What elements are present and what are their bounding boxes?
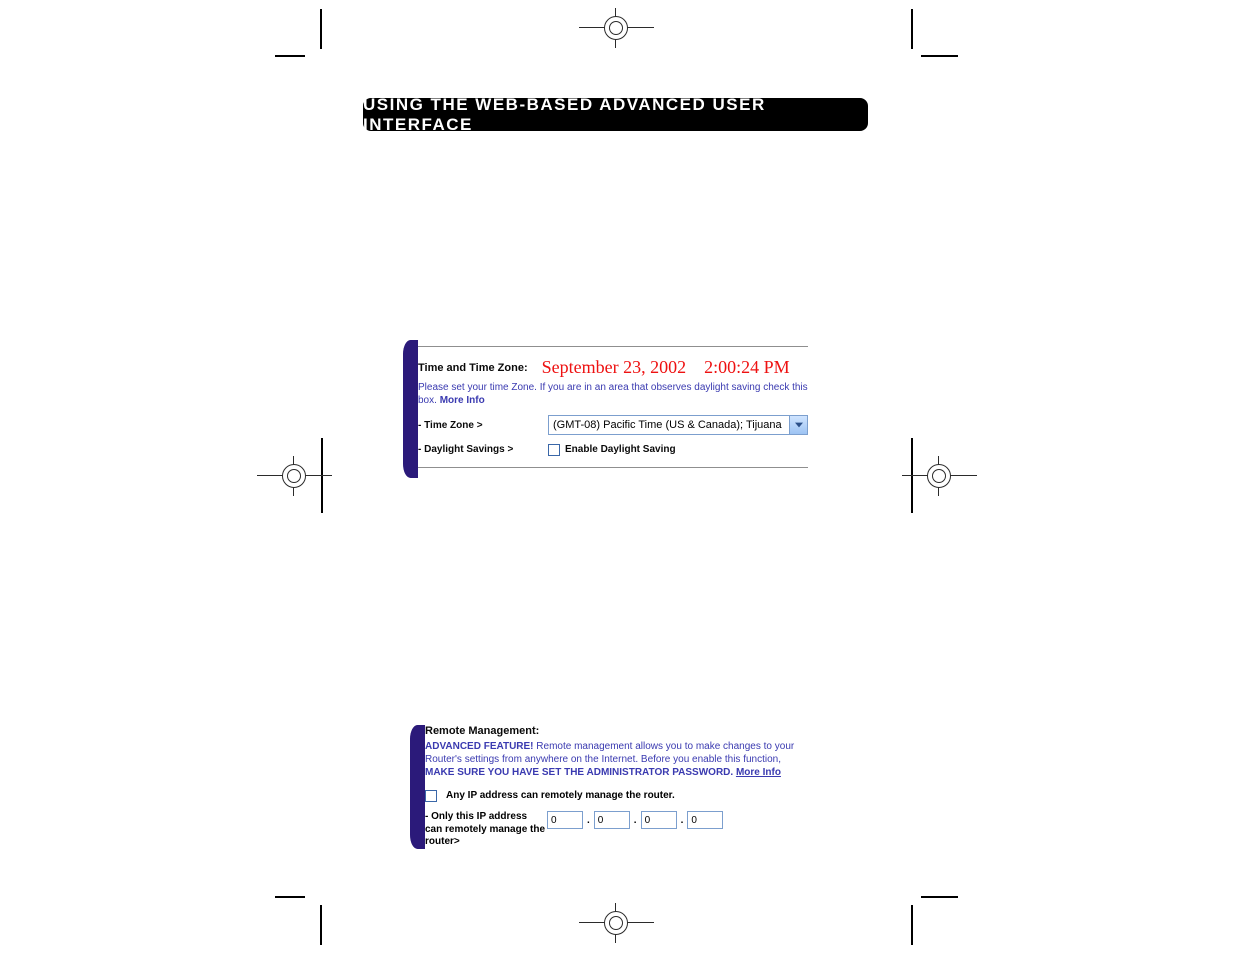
time-zone-select[interactable]: (GMT-08) Pacific Time (US & Canada); Tij… bbox=[548, 415, 808, 435]
time-zone-help: Please set your time Zone. If you are in… bbox=[418, 382, 808, 407]
page-title: USING THE WEB-BASED ADVANCED USER INTERF… bbox=[363, 98, 868, 131]
dot: . bbox=[679, 815, 686, 826]
ip-octet-3[interactable]: 0 bbox=[641, 811, 677, 829]
crop-mark bbox=[911, 9, 913, 49]
current-date: September 23, 2002 bbox=[542, 357, 686, 378]
chevron-down-icon bbox=[789, 416, 807, 434]
dot: . bbox=[632, 815, 639, 826]
only-ip-label: - Only this IP address can remotely mana… bbox=[425, 811, 547, 849]
time-zone-selected-value: (GMT-08) Pacific Time (US & Canada); Tij… bbox=[553, 419, 782, 431]
daylight-savings-checkbox-label: Enable Daylight Saving bbox=[565, 444, 676, 455]
more-info-link[interactable]: More Info bbox=[736, 767, 781, 778]
remote-management-panel: Remote Management: ADVANCED FEATURE! Rem… bbox=[425, 725, 810, 849]
divider bbox=[418, 346, 808, 347]
daylight-savings-label: - Daylight Savings > bbox=[418, 444, 548, 455]
dot: . bbox=[585, 815, 592, 826]
crop-mark bbox=[911, 905, 913, 945]
crop-mark bbox=[320, 9, 322, 49]
admin-password-warning: MAKE SURE YOU HAVE SET THE ADMINISTRATOR… bbox=[425, 767, 733, 778]
any-ip-checkbox[interactable] bbox=[425, 790, 437, 802]
registration-mark bbox=[579, 903, 654, 943]
crop-mark bbox=[921, 896, 958, 898]
remote-management-heading: Remote Management: bbox=[425, 725, 810, 737]
crop-mark bbox=[320, 905, 322, 945]
time-zone-label: - Time Zone > bbox=[418, 420, 548, 431]
time-zone-panel: Time and Time Zone: September 23, 2002 2… bbox=[418, 340, 808, 478]
daylight-savings-checkbox[interactable] bbox=[548, 444, 560, 456]
panel-accent bbox=[410, 725, 425, 849]
crop-mark bbox=[275, 896, 305, 898]
ip-address-fields: 0 . 0 . 0 . 0 bbox=[547, 811, 723, 829]
ip-octet-1[interactable]: 0 bbox=[547, 811, 583, 829]
crop-mark bbox=[275, 55, 305, 57]
divider bbox=[418, 467, 808, 468]
time-zone-heading: Time and Time Zone: bbox=[418, 362, 528, 374]
any-ip-label: Any IP address can remotely manage the r… bbox=[446, 790, 675, 801]
panel-accent bbox=[403, 340, 418, 478]
current-time: 2:00:24 PM bbox=[704, 357, 790, 378]
registration-mark bbox=[902, 456, 977, 496]
ip-octet-2[interactable]: 0 bbox=[594, 811, 630, 829]
crop-mark bbox=[921, 55, 958, 57]
registration-mark bbox=[257, 456, 332, 496]
ip-octet-4[interactable]: 0 bbox=[687, 811, 723, 829]
more-info-link[interactable]: More Info bbox=[440, 395, 485, 406]
advanced-feature-label: ADVANCED FEATURE! bbox=[425, 741, 534, 752]
registration-mark bbox=[579, 8, 654, 48]
